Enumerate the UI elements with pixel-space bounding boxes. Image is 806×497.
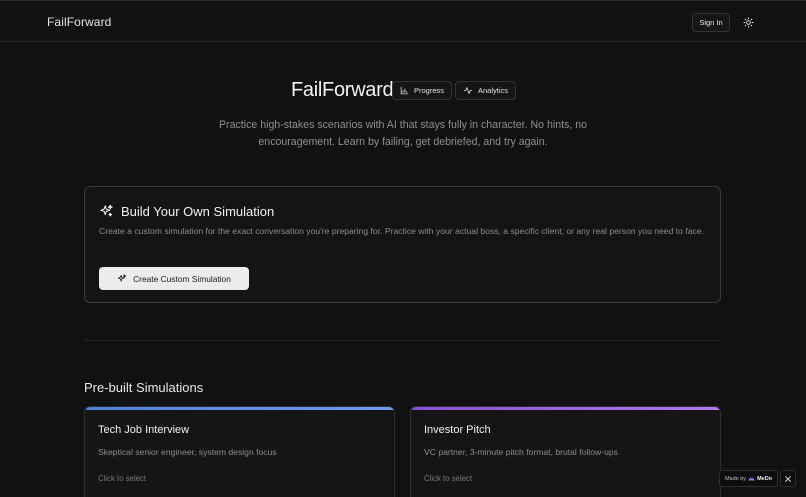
top-navbar: FailForward Sign In <box>0 0 806 42</box>
sun-icon <box>742 16 754 28</box>
sparkles-icon <box>117 273 127 281</box>
card-accent-bar <box>85 407 394 410</box>
card-description: VC partner, 3-minute pitch format, bruta… <box>424 447 618 457</box>
simulation-card-investor-pitch[interactable]: Investor Pitch VC partner, 3-minute pitc… <box>410 406 721 497</box>
analytics-button[interactable]: Analytics <box>455 81 517 100</box>
medo-logo-icon <box>748 477 755 481</box>
card-select-hint: Click to select <box>424 474 473 483</box>
hero-subtitle: Practice high-stakes scenarios with AI t… <box>218 119 587 148</box>
card-select-hint: Click to select <box>98 474 147 483</box>
section-divider <box>84 340 721 341</box>
builder-heading: Build Your Own Simulation <box>99 204 274 219</box>
create-custom-simulation-button[interactable]: Create Custom Simulation <box>99 267 249 290</box>
made-by-prefix: Made by <box>724 475 747 482</box>
close-icon <box>785 475 791 482</box>
made-by-badge[interactable]: Made by MeDo <box>719 470 778 487</box>
badge-close-button[interactable] <box>780 470 796 487</box>
bar-chart-icon <box>400 86 409 95</box>
simulation-card-tech-interview[interactable]: Tech Job Interview Skeptical senior engi… <box>84 406 395 497</box>
theme-toggle-button[interactable] <box>740 14 756 30</box>
card-accent-bar <box>411 407 720 410</box>
sparkles-icon <box>100 204 113 217</box>
prebuilt-section-title: Pre-built Simulations <box>84 380 204 395</box>
hero-title: FailForward <box>291 79 394 101</box>
progress-button[interactable]: Progress <box>392 81 453 100</box>
made-by-brand: MeDo <box>757 475 773 482</box>
progress-label: Progress <box>414 86 445 95</box>
card-title: Tech Job Interview <box>98 424 190 436</box>
card-title: Investor Pitch <box>424 424 491 436</box>
sign-in-button[interactable]: Sign In <box>692 13 730 32</box>
create-custom-simulation-label: Create Custom Simulation <box>133 273 231 284</box>
builder-title: Build Your Own Simulation <box>121 204 275 219</box>
brand-logo[interactable]: FailForward <box>47 15 111 29</box>
custom-simulation-card: Build Your Own Simulation Create a custo… <box>84 186 721 303</box>
analytics-label: Analytics <box>478 86 509 95</box>
builder-description: Create a custom simulation for the exact… <box>99 226 704 236</box>
card-description: Skeptical senior engineer, system design… <box>98 447 277 457</box>
activity-icon <box>463 87 473 94</box>
